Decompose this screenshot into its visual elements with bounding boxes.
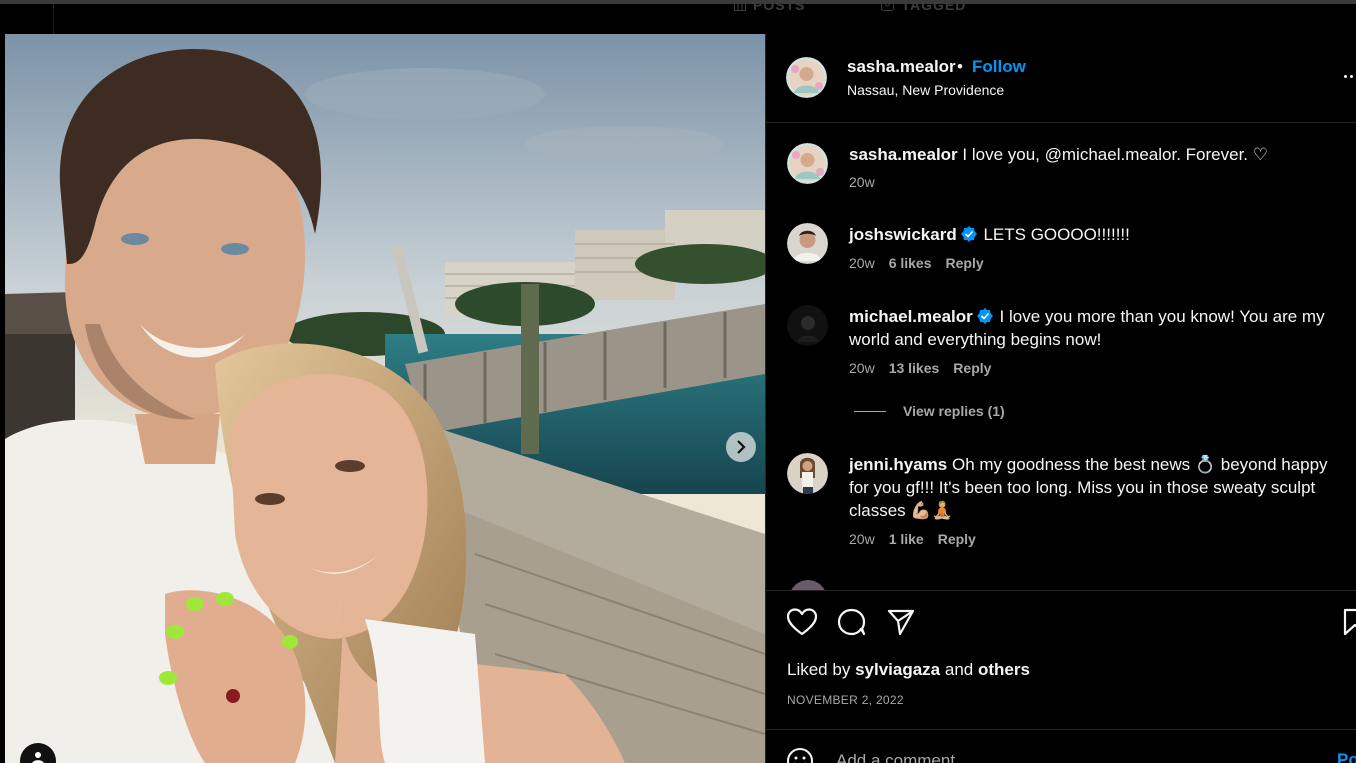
comment-meta: 20w 6 likes Reply — [849, 255, 984, 271]
add-comment-bar: Post — [766, 729, 1356, 763]
emoji-icon[interactable] — [786, 747, 814, 763]
send-icon[interactable] — [887, 608, 915, 636]
heart-icon[interactable] — [787, 608, 817, 636]
tab-tagged: TAGGED — [881, 0, 966, 16]
post-actions: Liked by sylviagaza and others NOVEMBER … — [766, 590, 1356, 730]
comment-meta: 20w 1 like Reply — [849, 531, 976, 547]
comment-input[interactable] — [836, 751, 1316, 763]
tab-posts-label: POSTS — [753, 0, 806, 13]
caption-text: sasha.mealor I love you, @michael.mealor… — [849, 143, 1344, 166]
comment-username[interactable]: jenni.hyams — [849, 455, 947, 474]
photo-illustration — [5, 34, 765, 763]
replies-line — [854, 410, 886, 412]
avatar-image — [787, 453, 828, 494]
verified-badge-icon — [976, 308, 993, 324]
comment-text: jenni.hyams Oh my goodness the best news… — [849, 453, 1344, 522]
verified-badge-icon — [960, 226, 977, 242]
tagged-icon — [881, 0, 895, 11]
caption-avatar[interactable] — [787, 143, 828, 184]
comment-avatar[interactable] — [787, 305, 828, 346]
post-date[interactable]: NOVEMBER 2, 2022 — [787, 693, 904, 707]
author-username[interactable]: sasha.mealor — [847, 57, 956, 77]
avatar-image — [787, 143, 828, 184]
comment-body: LETS GOOOO!!!!!!! — [983, 225, 1130, 244]
comment-meta: 20w 13 likes Reply — [849, 360, 991, 376]
next-photo-button[interactable] — [726, 432, 756, 462]
comments-list[interactable]: sasha.mealor I love you, @michael.mealor… — [766, 124, 1356, 590]
follow-button[interactable]: Follow — [972, 57, 1026, 77]
avatar-image — [786, 57, 827, 98]
comment-avatar[interactable] — [787, 223, 828, 264]
profile-tabs-backdrop: POSTS TAGGED — [734, 0, 966, 16]
liked-by-line: Liked by sylviagaza and others — [787, 660, 1030, 680]
liked-by-joiner: and — [944, 660, 974, 679]
post-details-panel: sasha.mealor • Follow Nassau, New Provid… — [765, 34, 1356, 763]
tab-tagged-label: TAGGED — [901, 0, 967, 13]
user-tag-icon — [32, 752, 44, 763]
comment-time[interactable]: 20w — [849, 255, 875, 271]
reply-button[interactable]: Reply — [938, 531, 976, 547]
chevron-right-icon — [737, 440, 746, 454]
comment-time[interactable]: 20w — [849, 531, 875, 547]
comment-likes[interactable]: 13 likes — [889, 360, 940, 376]
backdrop-divider — [53, 4, 54, 34]
comment-time[interactable]: 20w — [849, 360, 875, 376]
caption-meta: 20w — [849, 174, 875, 190]
comment-username[interactable]: michael.mealor — [849, 307, 973, 326]
comment-likes[interactable]: 6 likes — [889, 255, 932, 271]
comment-avatar[interactable] — [787, 453, 828, 494]
caption-time[interactable]: 20w — [849, 174, 875, 190]
post-photo[interactable] — [5, 34, 765, 763]
post-location[interactable]: Nassau, New Providence — [847, 82, 1004, 98]
comment-icon[interactable] — [837, 608, 866, 636]
post-comment-button[interactable]: Post — [1337, 750, 1356, 763]
reply-button[interactable]: Reply — [946, 255, 984, 271]
bookmark-icon[interactable] — [1343, 608, 1356, 636]
author-avatar[interactable] — [786, 57, 827, 98]
liked-by-user[interactable]: sylviagaza — [855, 660, 940, 679]
caption-username[interactable]: sasha.mealor — [849, 145, 958, 164]
comment-username[interactable]: joshswickard — [849, 225, 957, 244]
more-icon[interactable] — [1344, 71, 1356, 81]
reply-button[interactable]: Reply — [953, 360, 991, 376]
grid-icon — [734, 0, 746, 11]
post-header: sasha.mealor • Follow Nassau, New Provid… — [766, 34, 1356, 123]
header-separator: • — [957, 57, 963, 76]
view-replies-label: View replies (1) — [903, 403, 1005, 419]
comment-likes[interactable]: 1 like — [889, 531, 924, 547]
liked-by-prefix: Liked by — [787, 660, 851, 679]
comment-avatar-partial — [789, 580, 827, 590]
window-top-edge — [0, 0, 1356, 4]
view-replies-button[interactable]: View replies (1) — [854, 403, 1005, 419]
tab-posts: POSTS — [734, 0, 805, 16]
caption-body: I love you, @michael.mealor. Forever. ♡ — [962, 145, 1268, 164]
liked-by-others[interactable]: others — [978, 660, 1030, 679]
avatar-image — [787, 223, 828, 264]
comment-text: joshswickard LETS GOOOO!!!!!!! — [849, 223, 1344, 246]
avatar-image — [787, 305, 828, 346]
comment-text: michael.mealor I love you more than you … — [849, 305, 1344, 351]
